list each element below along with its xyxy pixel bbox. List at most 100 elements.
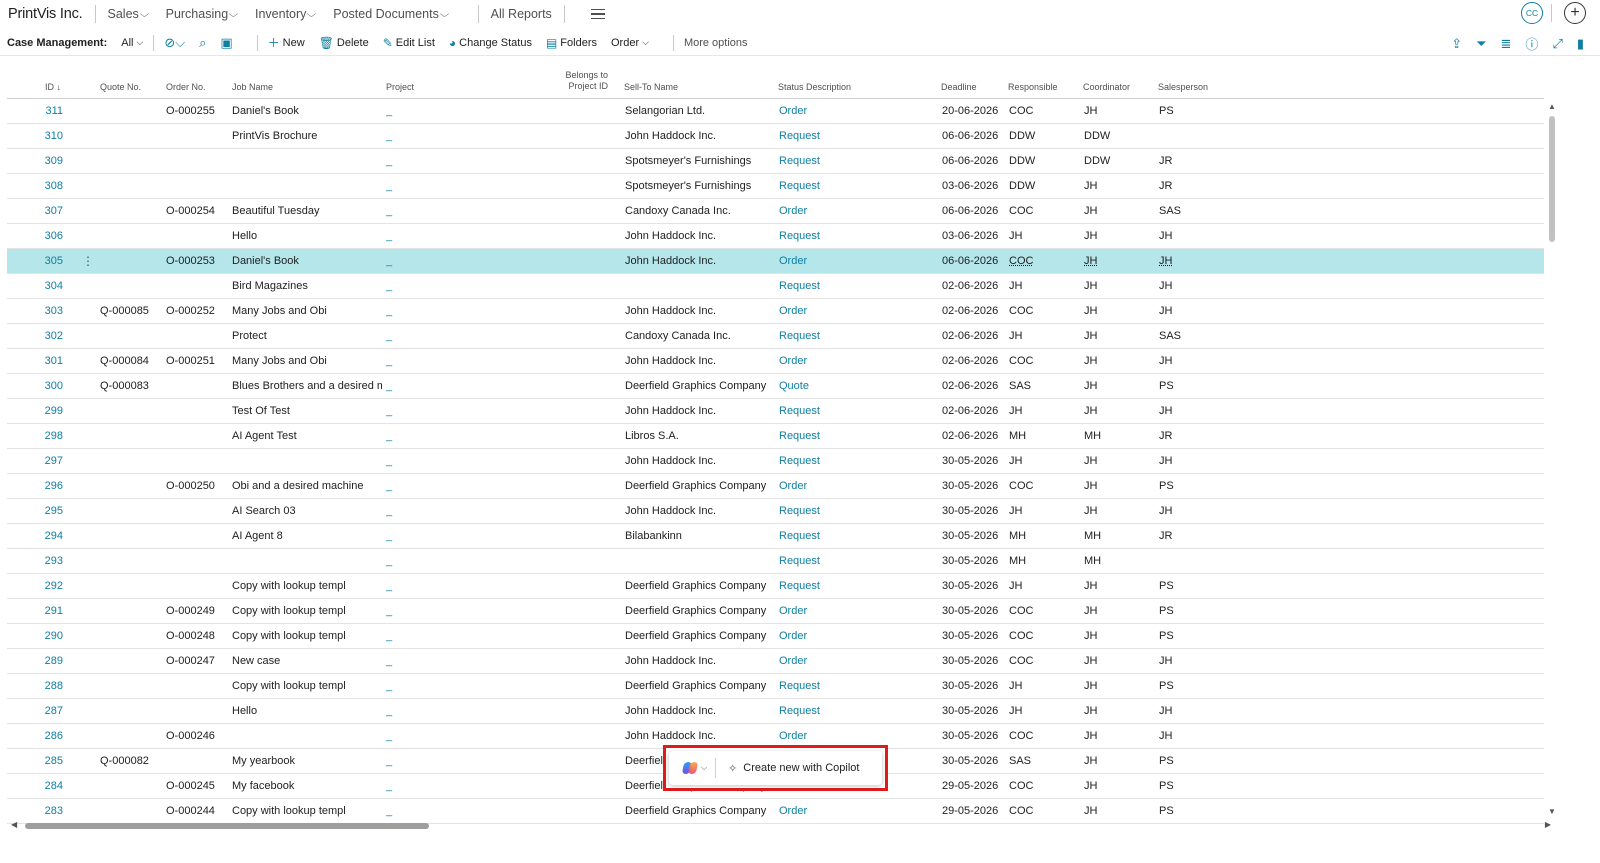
search-icon[interactable]: ⌕ <box>199 35 206 51</box>
cell-id[interactable]: 305 <box>7 249 63 273</box>
cell-status[interactable]: Request <box>779 399 899 423</box>
cell-id[interactable]: 309 <box>7 149 63 173</box>
cell-project[interactable]: _ <box>386 224 406 248</box>
cell-project[interactable]: _ <box>386 99 406 123</box>
table-row[interactable]: 304 Bird Magazines _ Request 02-06-2026 JH JH J… <box>7 274 1544 299</box>
cell-id[interactable]: 290 <box>7 624 63 648</box>
table-row[interactable]: 292 Copy with lookup templ _ Deerfield Grap… <box>7 574 1544 599</box>
cell-id[interactable]: 292 <box>7 574 63 598</box>
expand-icon[interactable]: ⤢ <box>1552 36 1562 52</box>
cell-project[interactable]: _ <box>386 524 406 548</box>
cell-id[interactable]: 293 <box>7 549 63 573</box>
table-row[interactable]: 296 O-000250 Obi and a desired machine _ Dee… <box>7 474 1544 499</box>
cell-project[interactable]: _ <box>386 674 406 698</box>
scroll-right-icon[interactable]: ▶ <box>1545 820 1551 829</box>
cell-status[interactable]: Order <box>779 624 899 648</box>
column-header-responsible[interactable]: Responsible <box>1008 82 1058 92</box>
cell-status[interactable]: Request <box>779 124 899 148</box>
cell-status[interactable]: Request <box>779 174 899 198</box>
cell-project[interactable]: _ <box>386 474 406 498</box>
table-row[interactable]: 294 AI Agent 8 _ Bilabankinn Request 30-05-20… <box>7 524 1544 549</box>
cell-id[interactable]: 296 <box>7 474 63 498</box>
cell-project[interactable]: _ <box>386 549 406 573</box>
cell-project[interactable]: _ <box>386 274 406 298</box>
cell-id[interactable]: 285 <box>7 749 63 773</box>
user-avatar[interactable]: CC <box>1521 2 1543 24</box>
column-header-status-description[interactable]: Status Description <box>778 82 851 92</box>
cell-id[interactable]: 306 <box>7 224 63 248</box>
cell-status[interactable]: Request <box>779 424 899 448</box>
cell-project[interactable]: _ <box>386 624 406 648</box>
table-row[interactable]: 298 AI Agent Test _ Libros S.A. Request 02-06… <box>7 424 1544 449</box>
edit-list-button[interactable]: ✎ Edit List <box>383 36 435 50</box>
cell-id[interactable]: 300 <box>7 374 63 398</box>
column-header-belongs-to-project-id[interactable]: Belongs to Project ID <box>563 70 608 92</box>
table-row[interactable]: 303 Q-000085 O-000252 Many Jobs and Obi _ Joh… <box>7 299 1544 324</box>
cell-status[interactable]: Order <box>779 199 899 223</box>
share-icon[interactable]: ⇪ <box>1451 36 1462 52</box>
table-row[interactable]: 300 Q-000083 Blues Brothers and a desired … <box>7 374 1544 399</box>
cell-id[interactable]: 303 <box>7 299 63 323</box>
table-row-selected[interactable]: 305 O-000253 Daniel's Book _ John Haddock In… <box>7 249 1544 274</box>
cell-status[interactable]: Order <box>779 474 899 498</box>
cell-status[interactable]: Request <box>779 674 899 698</box>
horizontal-scrollbar[interactable]: ◀ ▶ <box>7 819 1555 833</box>
order-menu-button[interactable]: Order ⌵ <box>611 37 649 49</box>
cell-status[interactable]: Request <box>779 149 899 173</box>
more-options-button[interactable]: More options <box>684 37 748 49</box>
cell-status[interactable]: Request <box>779 549 899 573</box>
cell-project[interactable]: _ <box>386 199 406 223</box>
cell-id[interactable]: 286 <box>7 724 63 748</box>
cell-project[interactable]: _ <box>386 249 406 273</box>
cell-status[interactable]: Request <box>779 224 899 248</box>
change-status-button[interactable]: ◕ Change Status <box>449 36 532 50</box>
table-row[interactable]: 310 PrintVis Brochure _ John Haddock Inc. Re… <box>7 124 1544 149</box>
cell-status[interactable]: Request <box>779 324 899 348</box>
hamburger-menu-icon[interactable] <box>590 9 605 19</box>
column-header-sell-to-name[interactable]: Sell-To Name <box>624 82 678 92</box>
scroll-down-icon[interactable]: ▼ <box>1548 807 1556 816</box>
cell-status[interactable]: Order <box>779 99 899 123</box>
cell-id[interactable]: 289 <box>7 649 63 673</box>
filter-icon[interactable]: ⏷ <box>1476 36 1486 52</box>
cell-id[interactable]: 298 <box>7 424 63 448</box>
table-row[interactable]: 290 O-000248 Copy with lookup templ _ Deerfi… <box>7 624 1544 649</box>
cell-project[interactable]: _ <box>386 699 406 723</box>
bookmark-icon[interactable]: ▮ <box>1577 36 1584 52</box>
column-header-project[interactable]: Project <box>386 82 414 92</box>
table-row[interactable]: 291 O-000249 Copy with lookup templ _ Deerfi… <box>7 599 1544 624</box>
column-header-job-name[interactable]: Job Name <box>232 82 273 92</box>
cell-id[interactable]: 301 <box>7 349 63 373</box>
table-row[interactable]: 301 Q-000084 O-000251 Many Jobs and Obi _ Joh… <box>7 349 1544 374</box>
cell-status[interactable]: Order <box>779 349 899 373</box>
row-actions-menu-icon[interactable]: ⋮ <box>82 249 94 273</box>
add-icon[interactable]: + <box>1564 2 1586 24</box>
cell-id[interactable]: 287 <box>7 699 63 723</box>
table-row[interactable]: 289 O-000247 New case _ John Haddock Inc. Ord… <box>7 649 1544 674</box>
nav-sales[interactable]: Sales ⌵ <box>108 7 149 21</box>
cell-project[interactable]: _ <box>386 649 406 673</box>
column-header-coordinator[interactable]: Coordinator <box>1083 82 1130 92</box>
cell-id[interactable]: 295 <box>7 499 63 523</box>
cell-id[interactable]: 284 <box>7 774 63 798</box>
cell-status[interactable]: Request <box>779 524 899 548</box>
vertical-scroll-thumb[interactable] <box>1549 116 1555 242</box>
cell-status[interactable]: Order <box>779 299 899 323</box>
cell-id[interactable]: 311 <box>7 99 63 123</box>
cell-status[interactable]: Request <box>779 274 899 298</box>
cell-status[interactable]: Request <box>779 574 899 598</box>
chevron-down-icon[interactable]: ⌵ <box>701 763 707 773</box>
cell-project[interactable]: _ <box>386 399 406 423</box>
cell-project[interactable]: _ <box>386 424 406 448</box>
table-row[interactable]: 299 Test Of Test _ John Haddock Inc. Request… <box>7 399 1544 424</box>
table-row[interactable]: 306 Hello _ John Haddock Inc. Request 03-06-2… <box>7 224 1544 249</box>
cell-status[interactable]: Order <box>779 649 899 673</box>
cell-project[interactable]: _ <box>386 574 406 598</box>
cell-id[interactable]: 299 <box>7 399 63 423</box>
nav-posted-documents[interactable]: Posted Documents ⌵ <box>333 7 449 21</box>
vertical-scrollbar[interactable]: ▲ ▼ <box>1545 100 1559 818</box>
cell-status[interactable]: Quote <box>779 374 899 398</box>
cell-project[interactable]: _ <box>386 449 406 473</box>
table-row[interactable]: 308 _ Spotsmeyer's Furnishings Request 03-06… <box>7 174 1544 199</box>
nav-purchasing[interactable]: Purchasing ⌵ <box>166 7 239 21</box>
